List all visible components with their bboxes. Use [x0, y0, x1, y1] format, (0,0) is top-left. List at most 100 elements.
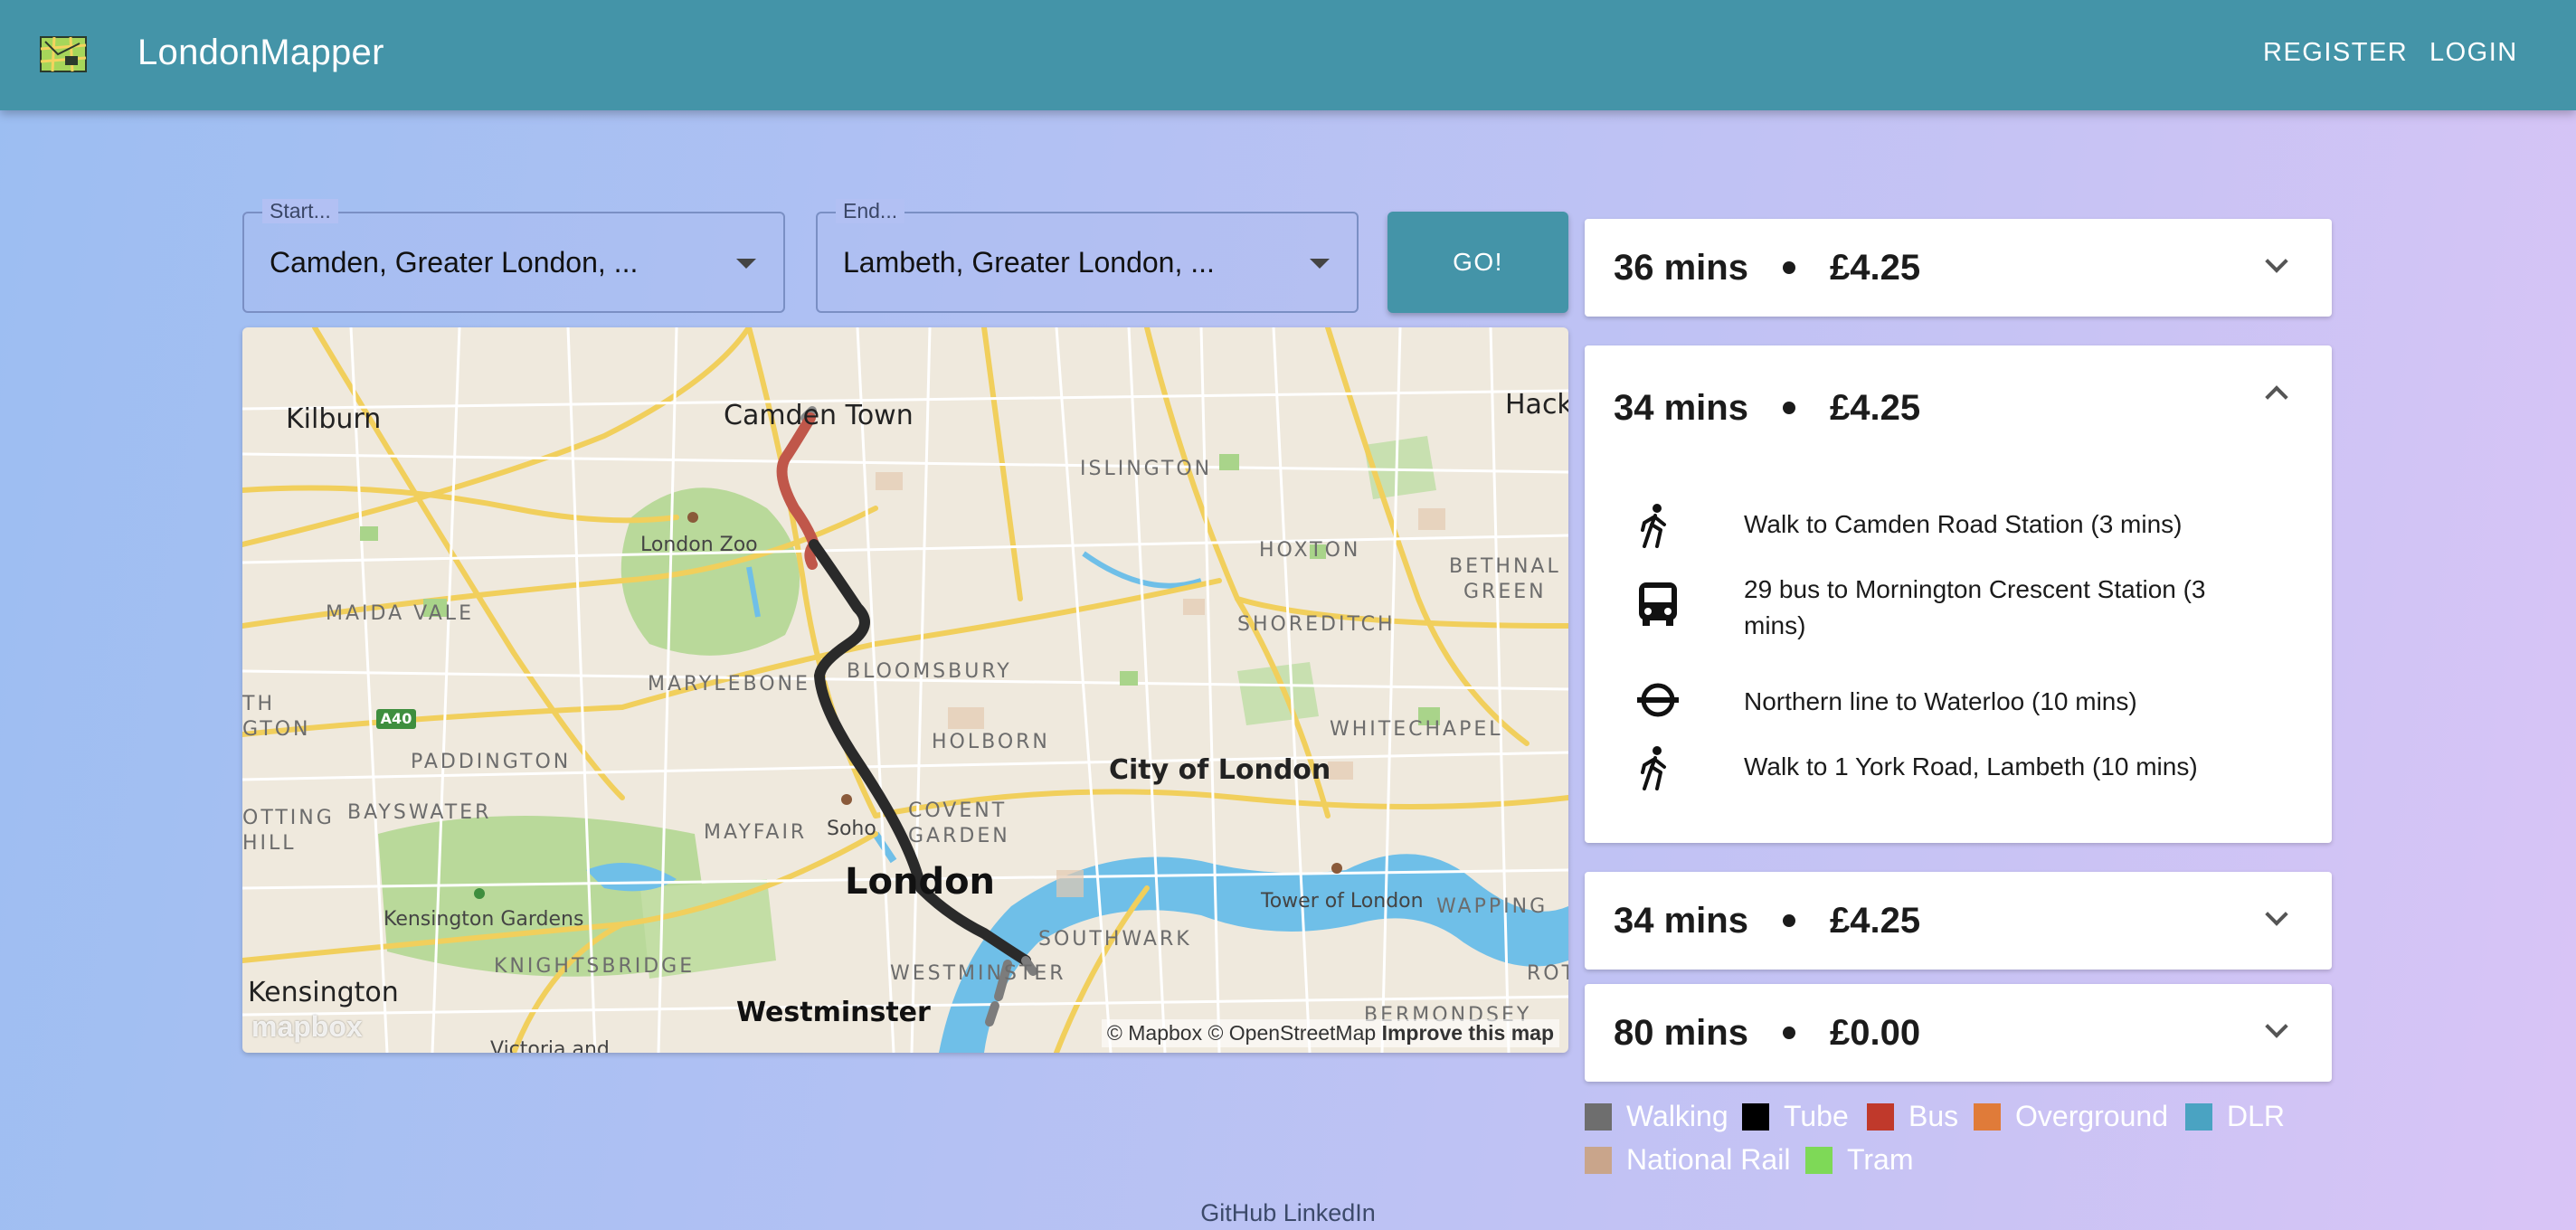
- legend-item-dlr: DLR: [2185, 1100, 2285, 1133]
- map-label-bloomsbury: BLOOMSBURY: [847, 660, 1012, 683]
- map-label-rot: ROT: [1527, 962, 1568, 985]
- map-label-maida-vale: MAIDA VALE: [326, 602, 474, 625]
- map-label-westminster-district: WESTMINSTER: [890, 962, 1066, 985]
- legend-label: Walking: [1626, 1100, 1728, 1132]
- caret-down-icon[interactable]: [736, 259, 756, 269]
- legend-label: Tram: [1847, 1143, 1914, 1176]
- map-base: A40: [242, 327, 1568, 1053]
- legend-label: Bus: [1908, 1100, 1959, 1132]
- legend-swatch: [1805, 1146, 1833, 1174]
- map-label-city-of-london: City of London: [1109, 754, 1331, 786]
- start-select-label: Start...: [262, 199, 338, 223]
- route-card-2[interactable]: 34 mins £4.25 Walk to Camden Road Statio…: [1585, 345, 2332, 843]
- route-summary[interactable]: 34 mins £4.25: [1614, 872, 1920, 970]
- chevron-down-icon[interactable]: [2265, 1015, 2288, 1038]
- map-label-paddington: PADDINGTON: [411, 751, 572, 773]
- legend-item-walking: Walking: [1585, 1100, 1728, 1133]
- map-label-bethnal: BETHNAL: [1449, 555, 1561, 578]
- route-price: £4.25: [1829, 387, 1921, 428]
- map-label-whitechapel: WHITECHAPEL: [1330, 718, 1503, 741]
- map-label-holborn: HOLBORN: [932, 731, 1050, 753]
- legend-swatch: [1742, 1102, 1769, 1131]
- map-label-victoria: Victoria and: [490, 1038, 610, 1053]
- app-title[interactable]: LondonMapper: [137, 33, 384, 73]
- route-price: £4.25: [1829, 247, 1921, 288]
- map-label-otting: OTTING: [242, 807, 335, 829]
- map-label-wapping: WAPPING: [1436, 895, 1548, 918]
- route-summary[interactable]: 80 mins £0.00: [1614, 984, 1920, 1082]
- legend-item-bus: Bus: [1867, 1100, 1958, 1133]
- route-duration: 36 mins: [1614, 247, 1748, 288]
- legend-swatch: [1585, 1102, 1612, 1131]
- map-label-london: London: [845, 861, 996, 903]
- start-select-value[interactable]: Camden, Greater London, ...: [270, 246, 638, 279]
- go-button[interactable]: GO!: [1387, 212, 1568, 313]
- route-card-3[interactable]: 34 mins £4.25: [1585, 872, 2332, 970]
- legend-label: National Rail: [1626, 1143, 1791, 1176]
- map-label-kilburn: Kilburn: [286, 403, 382, 435]
- chevron-down-icon[interactable]: [2265, 250, 2288, 273]
- end-select-value[interactable]: Lambeth, Greater London, ...: [843, 246, 1215, 279]
- start-select[interactable]: Start... Camden, Greater London, ...: [242, 199, 785, 313]
- route-step-text: 29 bus to Mornington Crescent Station (3…: [1744, 575, 2206, 639]
- legend-item-national-rail: National Rail: [1585, 1143, 1790, 1177]
- map-label-green: GREEN: [1463, 581, 1547, 603]
- register-button[interactable]: REGISTER: [2263, 38, 2408, 68]
- legend-swatch: [1974, 1102, 2001, 1131]
- route-summary[interactable]: 34 mins £4.25: [1614, 345, 1920, 470]
- legend-swatch: [2185, 1102, 2212, 1131]
- attribution-text[interactable]: © Mapbox © OpenStreetMap: [1107, 1021, 1376, 1045]
- map-label-gton: GTON: [242, 718, 311, 741]
- route-duration: 34 mins: [1614, 900, 1748, 941]
- map-label-knightsbridge: KNIGHTSBRIDGE: [494, 955, 696, 978]
- map-label-covent: COVENT: [908, 800, 1008, 822]
- map-label-kensington: Kensington: [248, 977, 399, 1008]
- route-duration: 80 mins: [1614, 1012, 1748, 1053]
- chevron-up-icon[interactable]: [2265, 385, 2288, 409]
- route-map[interactable]: A40 Kilburn Camden Town Hack London Zoo …: [242, 327, 1568, 1053]
- map-label-garden: GARDEN: [908, 825, 1010, 847]
- footer-links[interactable]: GitHub LinkedIn: [0, 1199, 2576, 1227]
- legend-item-tube: Tube: [1742, 1100, 1849, 1133]
- map-label-bayswater: BAYSWATER: [347, 801, 492, 824]
- legend-label: Tube: [1784, 1100, 1849, 1132]
- separator-dot: [1782, 261, 1795, 274]
- legend-label: Overground: [2015, 1100, 2168, 1132]
- bus-icon: [1637, 581, 1679, 632]
- map-label-london-zoo: London Zoo: [640, 534, 758, 556]
- map-logo-icon[interactable]: [40, 36, 87, 72]
- mapbox-logo[interactable]: mapbox: [251, 1010, 363, 1044]
- legend-swatch: [1585, 1146, 1612, 1174]
- route-step-text: Walk to 1 York Road, Lambeth (10 mins): [1744, 752, 2198, 781]
- separator-dot: [1782, 402, 1795, 414]
- chevron-down-icon[interactable]: [2265, 903, 2288, 926]
- login-button[interactable]: LOGIN: [2429, 38, 2518, 68]
- caret-down-icon[interactable]: [1310, 259, 1330, 269]
- legend-item-tram: Tram: [1805, 1143, 1913, 1177]
- underground-icon: [1637, 682, 1679, 723]
- route-price: £4.25: [1829, 900, 1921, 941]
- legend-label: DLR: [2227, 1100, 2286, 1132]
- map-label-soho: Soho: [827, 818, 876, 840]
- map-label-camden-town: Camden Town: [724, 400, 914, 431]
- map-label-hoxton: HOXTON: [1259, 539, 1361, 562]
- legend-item-overground: Overground: [1974, 1100, 2168, 1133]
- walk-icon: [1637, 745, 1673, 795]
- map-label-southwark: SOUTHWARK: [1038, 928, 1192, 951]
- route-card-1[interactable]: 36 mins £4.25: [1585, 219, 2332, 317]
- route-card-4[interactable]: 80 mins £0.00: [1585, 984, 2332, 1082]
- end-select[interactable]: End... Lambeth, Greater London, ...: [816, 199, 1359, 313]
- route-summary[interactable]: 36 mins £4.25: [1614, 219, 1920, 317]
- a40-shield: A40: [381, 710, 412, 727]
- map-attribution: © Mapbox © OpenStreetMap Improve this ma…: [1101, 1019, 1559, 1047]
- walk-icon: [1637, 503, 1673, 553]
- app-bar: LondonMapper REGISTER LOGIN: [0, 0, 2576, 110]
- map-label-kensington-gardens: Kensington Gardens: [384, 908, 584, 931]
- map-label-hack: Hack: [1505, 389, 1568, 421]
- map-label-westminster: Westminster: [736, 997, 931, 1028]
- route-duration: 34 mins: [1614, 387, 1748, 428]
- route-step-text: Walk to Camden Road Station (3 mins): [1744, 510, 2183, 538]
- end-select-label: End...: [836, 199, 905, 223]
- separator-dot: [1782, 914, 1795, 927]
- improve-map-link[interactable]: Improve this map: [1382, 1021, 1554, 1045]
